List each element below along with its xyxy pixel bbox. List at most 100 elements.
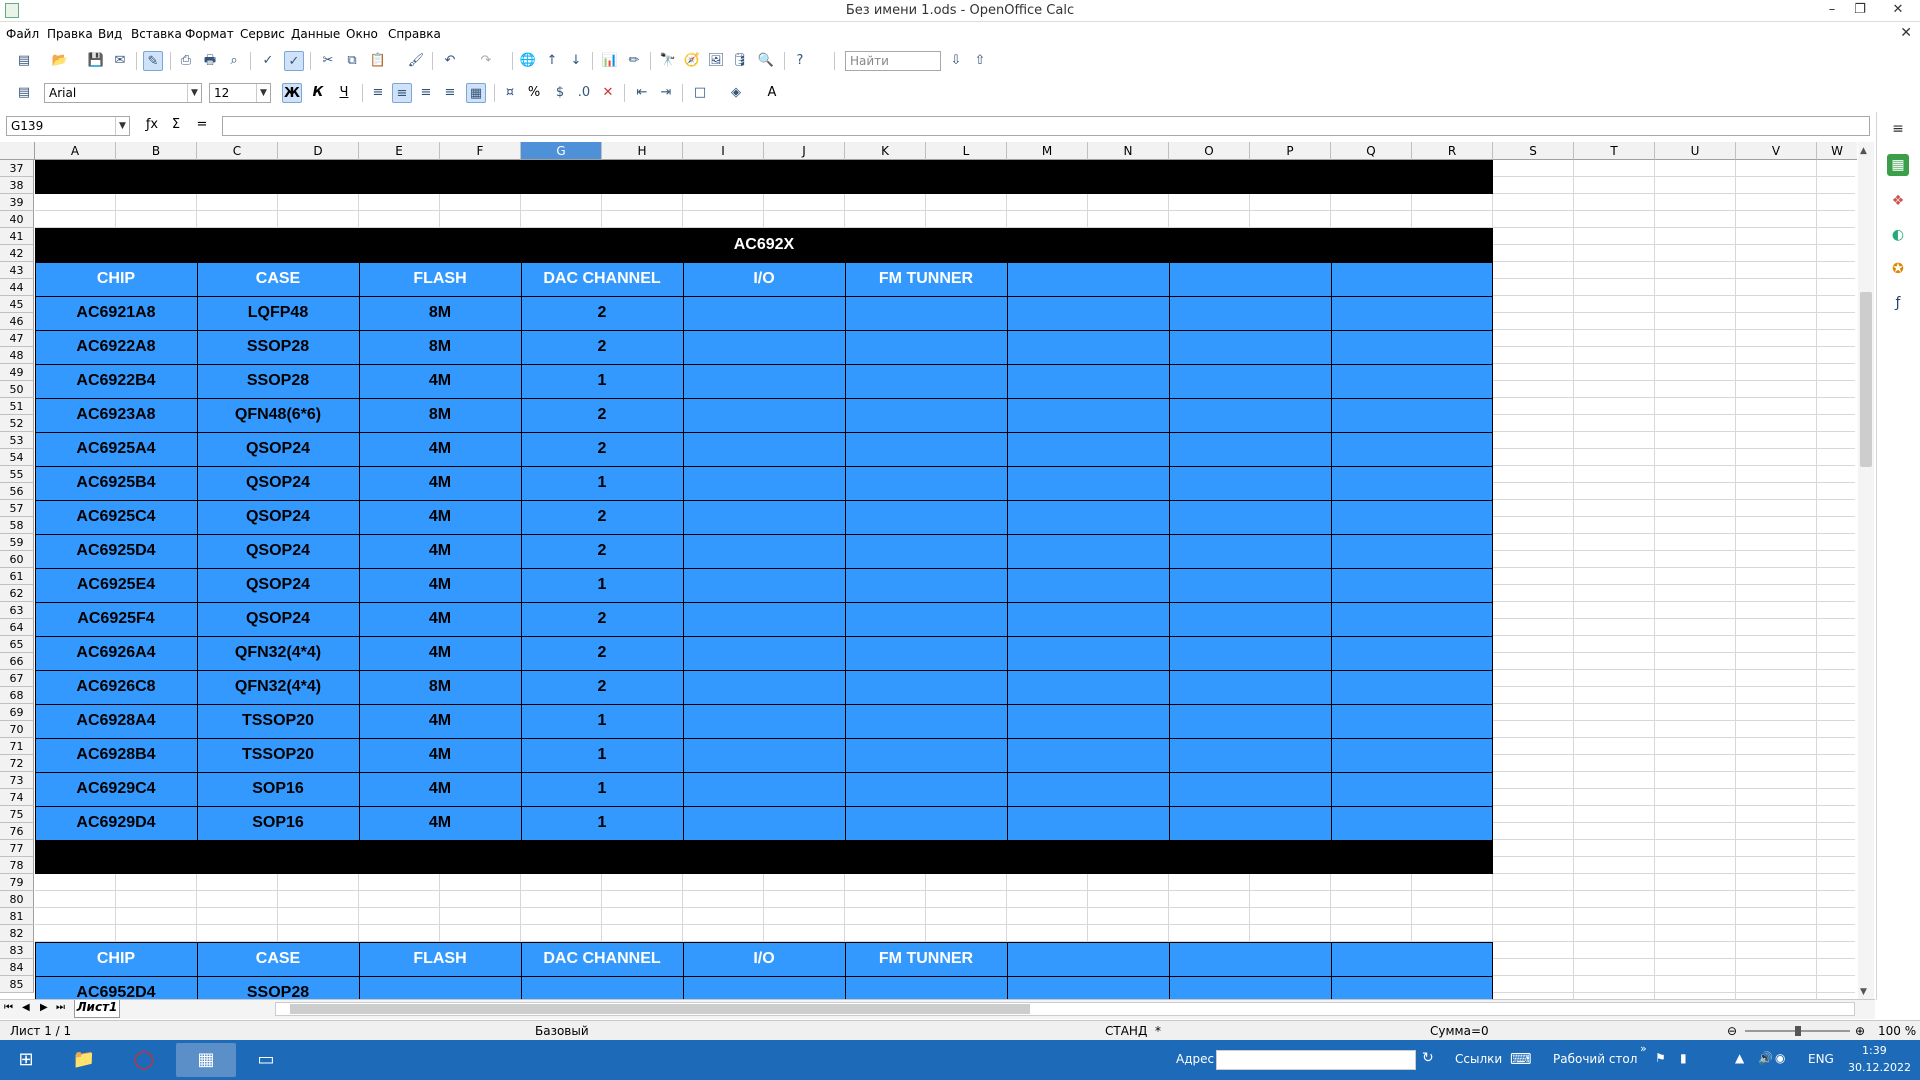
column-header-e[interactable]: E	[359, 142, 440, 160]
maximize-button[interactable]: ❐	[1846, 0, 1874, 20]
horizontal-scrollbar[interactable]	[275, 1002, 1855, 1016]
row-header[interactable]: 82	[0, 925, 34, 942]
gallery-icon[interactable]: 🖼	[706, 51, 726, 71]
row-header[interactable]: 42	[0, 245, 34, 262]
table1-cell[interactable]: 1	[521, 576, 683, 594]
table1-cell[interactable]: QFN32(4*4)	[197, 644, 359, 662]
table1-cell[interactable]: 2	[521, 406, 683, 424]
row-header[interactable]: 40	[0, 211, 34, 228]
add-decimal-icon[interactable]: .0	[574, 83, 594, 103]
cut-icon[interactable]: ✂	[318, 51, 338, 71]
column-header-w[interactable]: W	[1817, 142, 1857, 160]
table1-cell[interactable]: 1	[521, 474, 683, 492]
window-taskbar-icon[interactable]: ▭	[236, 1043, 296, 1077]
find-replace-icon[interactable]: 🔭	[658, 51, 678, 71]
table1-cell[interactable]: AC6921A8	[35, 304, 197, 322]
menu-view[interactable]: Вид	[98, 27, 122, 41]
table1-cell[interactable]: 2	[521, 338, 683, 356]
table1-cell[interactable]: 1	[521, 780, 683, 798]
column-header-n[interactable]: N	[1088, 142, 1169, 160]
table1-cell[interactable]: AC6926A4	[35, 644, 197, 662]
row-header[interactable]: 46	[0, 313, 34, 330]
chart-icon[interactable]: 📊	[600, 51, 620, 71]
table1-cell[interactable]: AC6926C8	[35, 678, 197, 696]
paste-icon[interactable]: 📋	[368, 51, 388, 71]
table1-cell[interactable]: 4M	[359, 746, 521, 764]
row-header[interactable]: 59	[0, 534, 34, 551]
draw-functions-icon[interactable]: ✏	[624, 51, 644, 71]
table1-cell[interactable]: SOP16	[197, 814, 359, 832]
column-header-l[interactable]: L	[926, 142, 1007, 160]
spreadsheet-grid[interactable]: AC692X CHIP CASE FLASH DAC CHANNEL I/O F…	[35, 160, 1855, 1000]
table1-cell[interactable]: AC6925C4	[35, 508, 197, 526]
column-header-i[interactable]: I	[683, 142, 764, 160]
row-header[interactable]: 70	[0, 721, 34, 738]
menu-edit[interactable]: Правка	[47, 27, 93, 41]
column-header-k[interactable]: K	[845, 142, 926, 160]
insert-mode[interactable]: СТАНД	[1105, 1024, 1147, 1038]
table1-cell[interactable]: 8M	[359, 338, 521, 356]
standard-format-icon[interactable]: $	[550, 83, 570, 103]
table1-cell[interactable]: 2	[521, 644, 683, 662]
print-preview-icon[interactable]: ⌕	[224, 51, 244, 71]
column-header-r[interactable]: R	[1412, 142, 1493, 160]
borders-icon[interactable]: □	[690, 83, 710, 103]
menu-file[interactable]: Файл	[6, 27, 39, 41]
table1-cell[interactable]: QSOP24	[197, 508, 359, 526]
scroll-down-icon[interactable]: ▼	[1860, 987, 1867, 997]
column-header-p[interactable]: P	[1250, 142, 1331, 160]
volume-icon[interactable]: 🔊	[1758, 1051, 1773, 1065]
signal-icon[interactable]: ▲	[1735, 1051, 1744, 1065]
prev-sheet-icon[interactable]: ◀	[22, 1002, 30, 1013]
menu-format[interactable]: Формат	[185, 27, 234, 41]
table1-cell[interactable]: LQFP48	[197, 304, 359, 322]
table1-cell[interactable]: AC6922A8	[35, 338, 197, 356]
column-header-u[interactable]: U	[1655, 142, 1736, 160]
formula-input[interactable]	[222, 116, 1870, 136]
row-header[interactable]: 44	[0, 279, 34, 296]
table1-cell[interactable]: 8M	[359, 678, 521, 696]
table1-cell[interactable]: SSOP28	[197, 338, 359, 356]
menu-help[interactable]: Справка	[388, 27, 441, 41]
column-header-v[interactable]: V	[1736, 142, 1817, 160]
table1-cell[interactable]: 2	[521, 440, 683, 458]
find-next-icon[interactable]: ⇩	[946, 51, 966, 71]
row-header[interactable]: 78	[0, 857, 34, 874]
align-right-icon[interactable]: ≡	[416, 83, 436, 103]
styles-formatting-icon[interactable]: ❖	[1887, 190, 1909, 212]
row-header[interactable]: 74	[0, 789, 34, 806]
row-header[interactable]: 37	[0, 160, 34, 177]
table1-cell[interactable]: 4M	[359, 440, 521, 458]
merge-cells-icon[interactable]: ▦	[466, 83, 486, 103]
currency-format-icon[interactable]: ¤	[500, 83, 520, 103]
table1-cell[interactable]: AC6923A8	[35, 406, 197, 424]
column-header-c[interactable]: C	[197, 142, 278, 160]
table1-cell[interactable]: AC6929D4	[35, 814, 197, 832]
row-header[interactable]: 58	[0, 517, 34, 534]
sort-descending-icon[interactable]: ↓	[566, 51, 586, 71]
column-header-d[interactable]: D	[278, 142, 359, 160]
zoom-in-icon[interactable]: ⊕	[1855, 1024, 1865, 1038]
menu-window[interactable]: Окно	[346, 27, 378, 41]
table1-cell[interactable]: 4M	[359, 712, 521, 730]
hyperlink-icon[interactable]: 🌐	[518, 51, 538, 71]
row-header[interactable]: 65	[0, 636, 34, 653]
function-wizard-icon[interactable]: ƒx	[142, 115, 162, 135]
open-icon[interactable]: 📂	[50, 51, 70, 71]
row-header[interactable]: 61	[0, 568, 34, 585]
edit-mode-icon[interactable]: ✎	[143, 51, 163, 71]
table1-cell[interactable]: 2	[521, 678, 683, 696]
keyboard-icon[interactable]: ⌨	[1510, 1050, 1532, 1068]
column-header-b[interactable]: B	[116, 142, 197, 160]
table1-cell[interactable]: 1	[521, 814, 683, 832]
table1-cell[interactable]: 4M	[359, 508, 521, 526]
data-sources-icon[interactable]: 🛢	[730, 51, 750, 71]
row-header[interactable]: 41	[0, 228, 34, 245]
navigator-sidebar-icon[interactable]: ✪	[1887, 258, 1909, 280]
zoom-slider-thumb[interactable]	[1795, 1026, 1801, 1036]
redo-icon[interactable]: ↷	[476, 51, 496, 71]
column-header-a[interactable]: A	[35, 142, 116, 160]
table1-cell[interactable]: 4M	[359, 372, 521, 390]
column-header-s[interactable]: S	[1493, 142, 1574, 160]
row-header[interactable]: 85	[0, 976, 34, 993]
